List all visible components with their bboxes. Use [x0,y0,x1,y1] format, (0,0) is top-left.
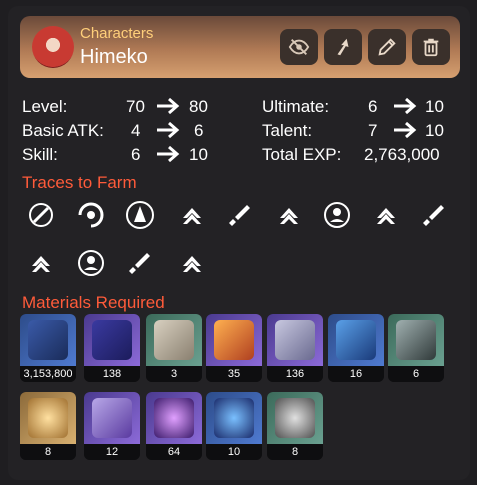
crown-fragment-icon [92,398,132,438]
character-header: Characters Himeko [20,16,460,78]
total-exp-value: 2,763,000 [364,145,440,164]
stat-atk-icon[interactable] [175,198,209,232]
material-count: 35 [206,366,262,382]
stat-atk-icon[interactable] [272,198,306,232]
materials-heading: Materials Required [22,293,165,312]
exp-book-icon [92,320,132,360]
shell-icon [275,398,315,438]
eye-slash-icon [288,39,310,55]
talent-to: 10 [425,121,444,140]
material-count: 10 [206,444,262,460]
level-to: 80 [189,97,208,116]
material-compass[interactable]: 8 [20,392,76,460]
arrow-right-icon [157,97,180,115]
stat-atk-icon[interactable] [369,198,403,232]
basic-atk-trace-icon[interactable] [24,198,58,232]
total-exp-label: Total EXP: [262,145,342,164]
material-purple-core[interactable]: 64 [146,392,202,460]
material-scroll[interactable]: 3 [146,314,202,382]
blue-core-icon [214,398,254,438]
level-from: 70 [126,97,145,116]
arrow-right-icon [394,121,417,139]
stat-atk-icon[interactable] [24,246,58,280]
delete-button[interactable] [412,29,450,65]
stat-sword-icon[interactable] [123,246,157,280]
arrow-right-icon [394,97,417,115]
basic-atk-label: Basic ATK: [22,121,104,140]
edit-button[interactable] [368,29,406,65]
silver-key-icon [275,320,315,360]
compass-icon [28,398,68,438]
talent-label: Talent: [262,121,313,140]
material-count: 8 [267,444,323,460]
stat-sword-icon[interactable] [223,198,257,232]
edit-icon [378,38,396,56]
material-exp-book[interactable]: 138 [84,314,140,382]
skill-label: Skill: [22,145,58,164]
material-count: 3,153,800 [20,366,76,382]
ultimate-label: Ultimate: [262,97,330,116]
ultimate-from: 6 [368,97,378,116]
credit-icon [28,320,68,360]
material-count: 3 [146,366,202,382]
material-count: 12 [84,444,140,460]
share-button[interactable] [324,29,362,65]
material-crown-fragment[interactable]: 12 [84,392,140,460]
material-credit[interactable]: 3,153,800 [20,314,76,382]
ultimate-to: 10 [425,97,444,116]
material-dark-key[interactable]: 6 [388,314,444,382]
talent-trace-icon[interactable] [320,198,354,232]
blue-key-icon [336,320,376,360]
material-crystal-shard[interactable]: 35 [206,314,262,382]
hide-button[interactable] [280,29,318,65]
material-count: 136 [267,366,323,382]
stat-atk-icon[interactable] [175,246,209,280]
header-subtitle: Characters [80,25,154,42]
avatar [32,26,74,68]
material-shell[interactable]: 8 [267,392,323,460]
crystal-shard-icon [214,320,254,360]
character-name: Himeko [80,46,148,68]
ultimate-trace-icon[interactable] [123,198,157,232]
level-label: Level: [22,97,68,116]
scroll-icon [154,320,194,360]
purple-core-icon [154,398,194,438]
basic-atk-to: 6 [194,121,204,140]
material-count: 138 [84,366,140,382]
skill-from: 6 [131,145,141,164]
talent-from: 7 [368,121,378,140]
basic-atk-from: 4 [131,121,141,140]
talent-trace-icon[interactable] [74,246,108,280]
arrow-right-icon [157,145,180,163]
dark-key-icon [396,320,436,360]
material-count: 16 [328,366,384,382]
material-count: 6 [388,366,444,382]
material-blue-core[interactable]: 10 [206,392,262,460]
skill-trace-icon[interactable] [74,198,108,232]
share-icon [337,38,349,56]
material-count: 64 [146,444,202,460]
arrow-right-icon [157,121,180,139]
material-count: 8 [20,444,76,460]
trash-icon [423,38,439,57]
skill-to: 10 [189,145,208,164]
stat-sword-icon[interactable] [417,198,451,232]
traces-heading: Traces to Farm [22,173,137,192]
material-blue-key[interactable]: 16 [328,314,384,382]
material-silver-key[interactable]: 136 [267,314,323,382]
